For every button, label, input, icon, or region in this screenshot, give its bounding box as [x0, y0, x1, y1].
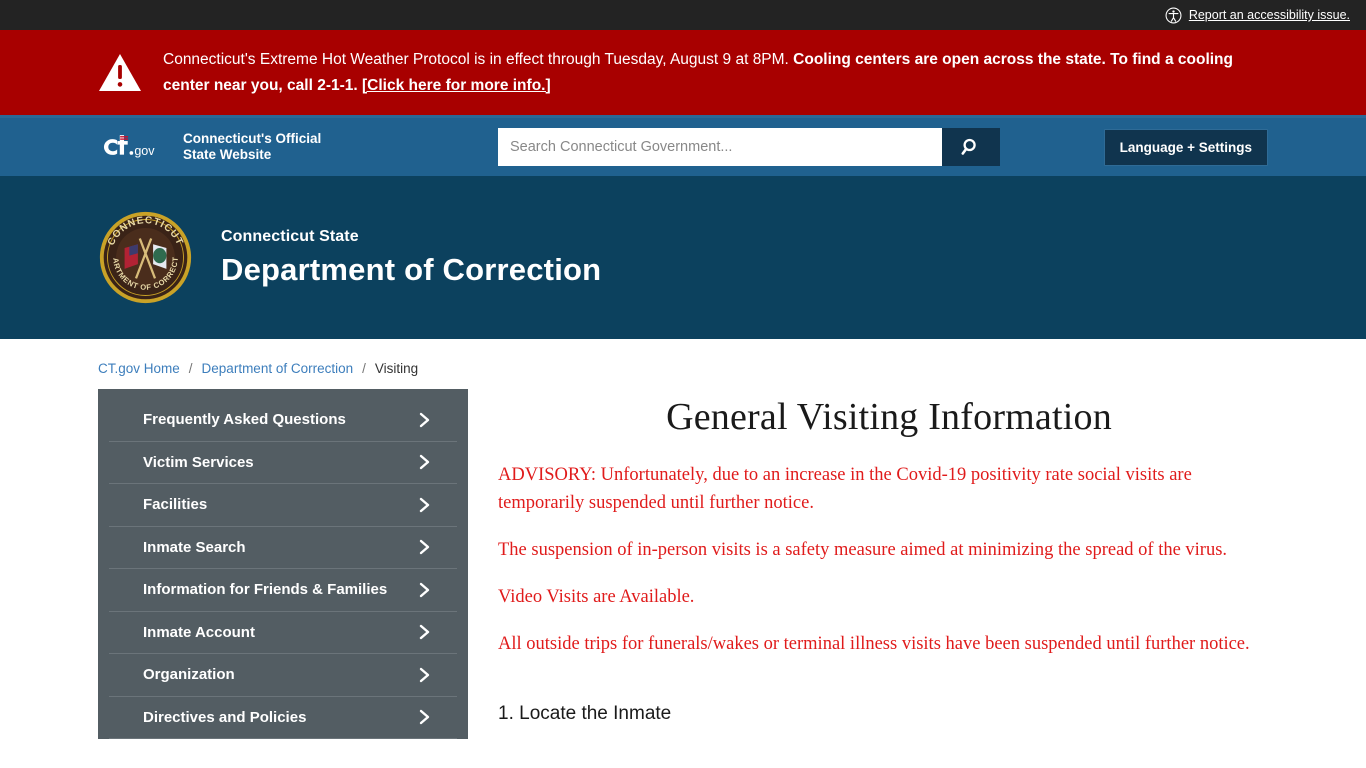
site-search — [498, 128, 1000, 166]
breadcrumb-item-current: Visiting — [374, 361, 419, 376]
agency-supertitle: Connecticut State — [221, 227, 359, 245]
sidebar-item-label: Directives and Policies — [143, 708, 307, 726]
page-body: Frequently Asked Questions Victim Servic… — [0, 389, 1366, 739]
sidebar-item-inmate-account[interactable]: Inmate Account — [109, 612, 457, 654]
tagline-line-2: State Website — [183, 147, 272, 162]
page-title: General Visiting Information — [666, 396, 1112, 438]
sidebar-item-label: Inmate Search — [143, 538, 246, 556]
top-utility-bar: Report an accessibility issue. — [0, 0, 1366, 30]
sidebar-item-label: Victim Services — [143, 453, 254, 471]
sidebar-item-label: Inmate Account — [143, 623, 255, 641]
advisory-paragraph-2: The suspension of in-person visits is a … — [498, 540, 1228, 560]
advisory-paragraph-1: ADVISORY: Unfortunately, due to an incre… — [498, 465, 1192, 513]
ctgov-logo-block[interactable]: gov Connecticut's Official State Website — [98, 131, 321, 163]
alert-message: Connecticut's Extreme Hot Weather Protoc… — [163, 47, 1263, 99]
chevron-right-icon — [419, 667, 430, 682]
agency-header: CONNECTICUT DEPARTMENT OF CORRECTION Con… — [0, 176, 1366, 339]
advisory-paragraph-4: All outside trips for funerals/wakes or … — [498, 634, 1250, 654]
search-input[interactable] — [498, 128, 942, 166]
chevron-right-icon — [419, 540, 430, 555]
chevron-right-icon — [419, 710, 430, 725]
sidebar-item-directives-and-policies[interactable]: Directives and Policies — [109, 697, 457, 739]
sidebar-item-label: Facilities — [143, 496, 208, 514]
sidebar-item-label: Organization — [143, 666, 235, 684]
alert-text-part1: Connecticut's Extreme Hot Weather Protoc… — [163, 50, 794, 68]
sidebar-item-organization[interactable]: Organization — [109, 654, 457, 697]
sidebar-item-victim-services[interactable]: Victim Services — [109, 442, 457, 484]
breadcrumb-item-home[interactable]: CT.gov Home — [98, 361, 180, 376]
sidebar-item-label: Information for Friends & Families — [143, 581, 388, 599]
agency-name: Department of Correction — [221, 251, 602, 287]
sidebar-item-information-for-friends-and-families[interactable]: Information for Friends & Families — [109, 569, 457, 612]
ctgov-navigation-bar: gov Connecticut's Official State Website… — [0, 118, 1366, 176]
chevron-right-icon — [419, 625, 430, 640]
breadcrumb-separator-2: / — [362, 361, 366, 376]
emergency-alert-banner: Connecticut's Extreme Hot Weather Protoc… — [0, 30, 1366, 118]
tagline-line-1: Connecticut's Official — [183, 131, 322, 146]
step-locate-the-inmate: 1. Locate the Inmate — [498, 703, 672, 724]
warning-triangle-icon — [99, 53, 141, 91]
sidebar-item-inmate-search[interactable]: Inmate Search — [109, 527, 457, 569]
main-content: General Visiting Information ADVISORY: U… — [468, 389, 1366, 739]
section-navigation-sidebar: Frequently Asked Questions Victim Servic… — [98, 389, 468, 739]
breadcrumb: CT.gov Home / Department of Correction /… — [0, 339, 1366, 376]
breadcrumb-separator-1: / — [188, 361, 193, 376]
ctgov-logo-icon: gov — [103, 135, 155, 158]
breadcrumb-item-department[interactable]: Department of Correction — [202, 361, 354, 376]
chevron-right-icon — [419, 412, 430, 427]
chevron-right-icon — [419, 497, 430, 512]
language-settings-button[interactable]: Language + Settings — [1103, 128, 1268, 166]
sidebar-item-frequently-asked-questions[interactable]: Frequently Asked Questions — [109, 399, 457, 442]
svg-text:gov: gov — [134, 144, 155, 158]
chevron-right-icon — [419, 455, 430, 470]
ctgov-tagline: Connecticut's Official State Website — [183, 131, 321, 163]
department-of-correction-seal: CONNECTICUT DEPARTMENT OF CORRECTION — [98, 210, 192, 304]
sidebar-item-facilities[interactable]: Facilities — [109, 484, 457, 527]
chevron-right-icon — [419, 582, 430, 597]
sidebar-item-label: Frequently Asked Questions — [143, 411, 346, 429]
alert-more-info-link[interactable]: [Click here for more info.] — [362, 77, 551, 94]
search-icon — [961, 138, 976, 155]
advisory-paragraph-3: Video Visits are Available. — [498, 587, 695, 607]
accessibility-icon — [1165, 7, 1182, 23]
report-accessibility-issue-link[interactable]: Report an accessibility issue. — [1165, 7, 1350, 24]
search-submit-button[interactable] — [942, 128, 1000, 166]
agency-title-block: Connecticut State Department of Correcti… — [221, 228, 601, 288]
accessibility-link-label: Report an accessibility issue. — [1188, 8, 1350, 22]
